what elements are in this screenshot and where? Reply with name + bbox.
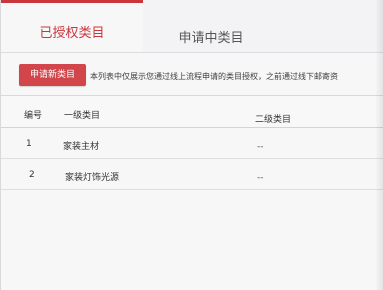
empty-table-area [1, 186, 383, 290]
category-notice: 本列表中仅展示您通过线上流程申请的类目授权，之前通过线下邮寄资 [90, 72, 338, 81]
column-header-level1-category: 一级类目 [64, 111, 101, 121]
column-header-level2-category: 二级类目 [255, 115, 292, 125]
level2-category-cell: -- [257, 173, 264, 183]
tab-applying-categories[interactable]: 申请中类目 [143, 0, 279, 52]
toolbar: 申请新类目 本列表中仅展示您通过线上流程申请的类目授权，之前通过线下邮寄资 [1, 52, 383, 95]
row-number: 1 [26, 139, 32, 149]
screen-edge-shadow [375, 0, 383, 290]
category-tabs: 已授权类目 申请中类目 [1, 0, 383, 53]
level1-category-cell: 家装灯饰光源 [65, 173, 120, 183]
row-number: 2 [29, 170, 35, 180]
apply-new-category-button[interactable]: 申请新类目 [19, 64, 86, 86]
table-row: 1 家装主材 -- [1, 128, 383, 159]
column-header-number: 编号 [24, 111, 43, 121]
content-panel: 已授权类目 申请中类目 申请新类目 本列表中仅展示您通过线上流程申请的类目授权，… [0, 0, 383, 290]
level1-category-cell: 家装主材 [63, 142, 100, 152]
tab-authorized-categories[interactable]: 已授权类目 [1, 0, 143, 52]
table-header: 编号 一级类目 二级类目 [1, 95, 383, 128]
level2-category-cell: -- [257, 142, 264, 152]
category-authorization-page: 已授权类目 申请中类目 申请新类目 本列表中仅展示您通过线上流程申请的类目授权，… [0, 0, 383, 290]
category-table: 编号 一级类目 二级类目 1 家装主材 -- 2 家装灯饰光源 -- [1, 95, 383, 190]
